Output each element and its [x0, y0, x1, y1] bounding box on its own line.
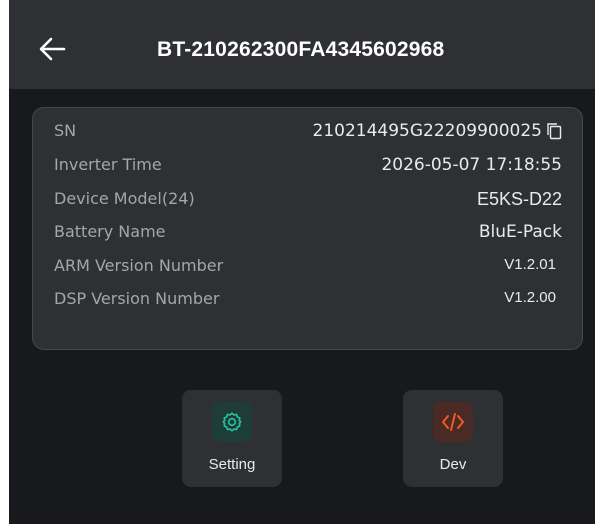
info-value-sn: 210214495G22209900025	[313, 121, 563, 141]
app-header: BT-210262300FA4345602968	[9, 0, 595, 89]
copy-icon[interactable]	[546, 122, 562, 140]
back-button[interactable]	[37, 34, 67, 64]
info-row-battery-name: Battery Name BluE-Pack	[54, 222, 562, 244]
gear-icon	[222, 412, 242, 432]
dev-label: Dev	[439, 456, 467, 473]
setting-button[interactable]: Setting	[182, 390, 282, 487]
info-label: SN	[54, 121, 77, 140]
device-info-screen: BT-210262300FA4345602968 SN 210214495G22…	[9, 0, 595, 524]
info-row-dsp-version: DSP Version Number V1.2.00	[54, 289, 562, 311]
sn-value-text: 210214495G22209900025	[312, 121, 543, 141]
arrow-left-icon	[39, 37, 66, 61]
info-row-sn: SN 210214495G22209900025	[54, 121, 562, 143]
info-label: Battery Name	[54, 222, 166, 241]
dev-button[interactable]: Dev	[403, 390, 503, 487]
info-row-arm-version: ARM Version Number V1.2.01	[54, 256, 562, 278]
device-info-card: SN 210214495G22209900025 Inverter Time 2…	[32, 107, 583, 350]
info-row-device-model: Device Model(24) E5KS-D22	[54, 189, 562, 211]
info-value: BluE-Pack	[478, 222, 562, 242]
info-label: ARM Version Number	[54, 256, 224, 275]
info-value: 2026-05-07 17:18:55	[381, 155, 562, 175]
info-value: E5KS-D22	[476, 189, 562, 209]
code-icon	[442, 413, 464, 431]
setting-icon-badge	[212, 402, 252, 442]
info-label: DSP Version Number	[54, 289, 220, 308]
info-value: V1.2.00	[504, 289, 556, 306]
dev-icon-badge	[433, 402, 473, 442]
page-title: BT-210262300FA4345602968	[157, 38, 445, 61]
info-row-inverter-time: Inverter Time 2026-05-07 17:18:55	[54, 155, 562, 177]
info-label: Device Model(24)	[54, 189, 195, 208]
setting-label: Setting	[208, 456, 256, 473]
info-label: Inverter Time	[54, 155, 162, 174]
info-value: V1.2.01	[504, 256, 556, 273]
